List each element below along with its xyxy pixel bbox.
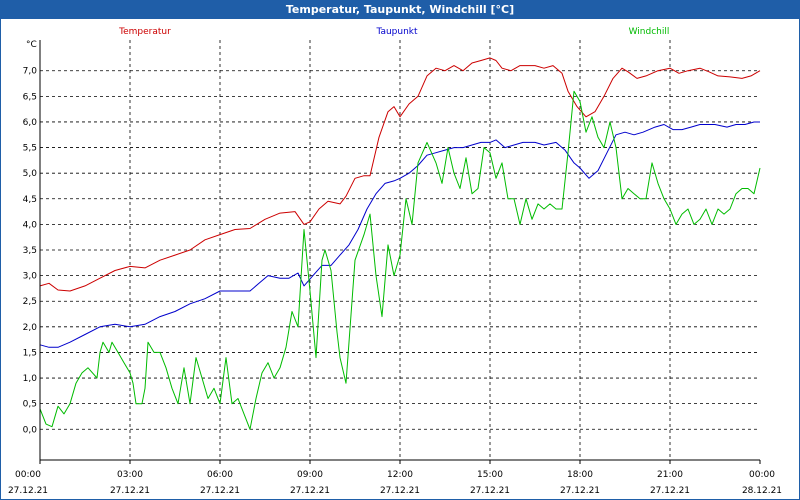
y-tick-label: 0,5 [23,400,37,410]
x-tick-date: 27.12.21 [650,486,690,496]
y-tick-label: 5,5 [23,144,37,154]
y-axis-unit-label: °C [26,40,37,50]
x-tick-date: 27.12.21 [110,486,150,496]
y-tick-label: 0,0 [23,425,38,435]
x-tick-time: 09:00 [297,470,323,480]
x-tick-date: 28.12.21 [742,486,782,496]
legend-entry-windchill: Windchill [629,27,670,37]
y-tick-label: 4,5 [23,195,37,205]
x-tick-time: 03:00 [117,470,143,480]
x-tick-time: 12:00 [387,470,413,480]
x-tick-date: 27.12.21 [200,486,240,496]
x-tick-time: 00:00 [15,470,41,480]
x-tick-time: 21:00 [657,470,683,480]
x-tick-time: 06:00 [207,470,233,480]
y-tick-label: 3,0 [23,272,38,282]
legend-entry-taupunkt: Taupunkt [375,27,418,37]
grid [40,40,760,460]
x-tick-date: 27.12.21 [290,486,330,496]
y-tick-label: 3,5 [23,246,37,256]
chart-canvas: 0,0 0,5 1,0 1,5 2,0 2,5 3,0 3,5 4,0 4,5 5,0 5,5 6,0 6… [8,27,782,496]
x-tick-time: 18:00 [567,470,593,480]
y-tick-label: 2,5 [23,297,37,307]
legend: Temperatur Taupunkt Windchill [118,27,669,37]
x-tick-time: 00:00 [749,470,775,480]
y-tick-label: 1,0 [23,374,38,384]
x-tick-date: 27.12.21 [8,486,48,496]
y-tick-label: 5,0 [23,169,38,179]
y-tick-label: 4,0 [23,220,38,230]
y-tick-label: 7,0 [23,67,38,77]
x-tick-date: 27.12.21 [380,486,420,496]
y-tick-label: 6,0 [23,118,38,128]
y-tick-label: 2,0 [23,323,38,333]
y-tick-label: 1,5 [23,348,37,358]
y-tick-label: 6,5 [23,92,37,102]
x-tick-time: 15:00 [477,470,503,480]
x-tick-date: 27.12.21 [560,486,600,496]
legend-entry-temperatur: Temperatur [118,27,171,37]
x-tick-date: 27.12.21 [470,486,510,496]
